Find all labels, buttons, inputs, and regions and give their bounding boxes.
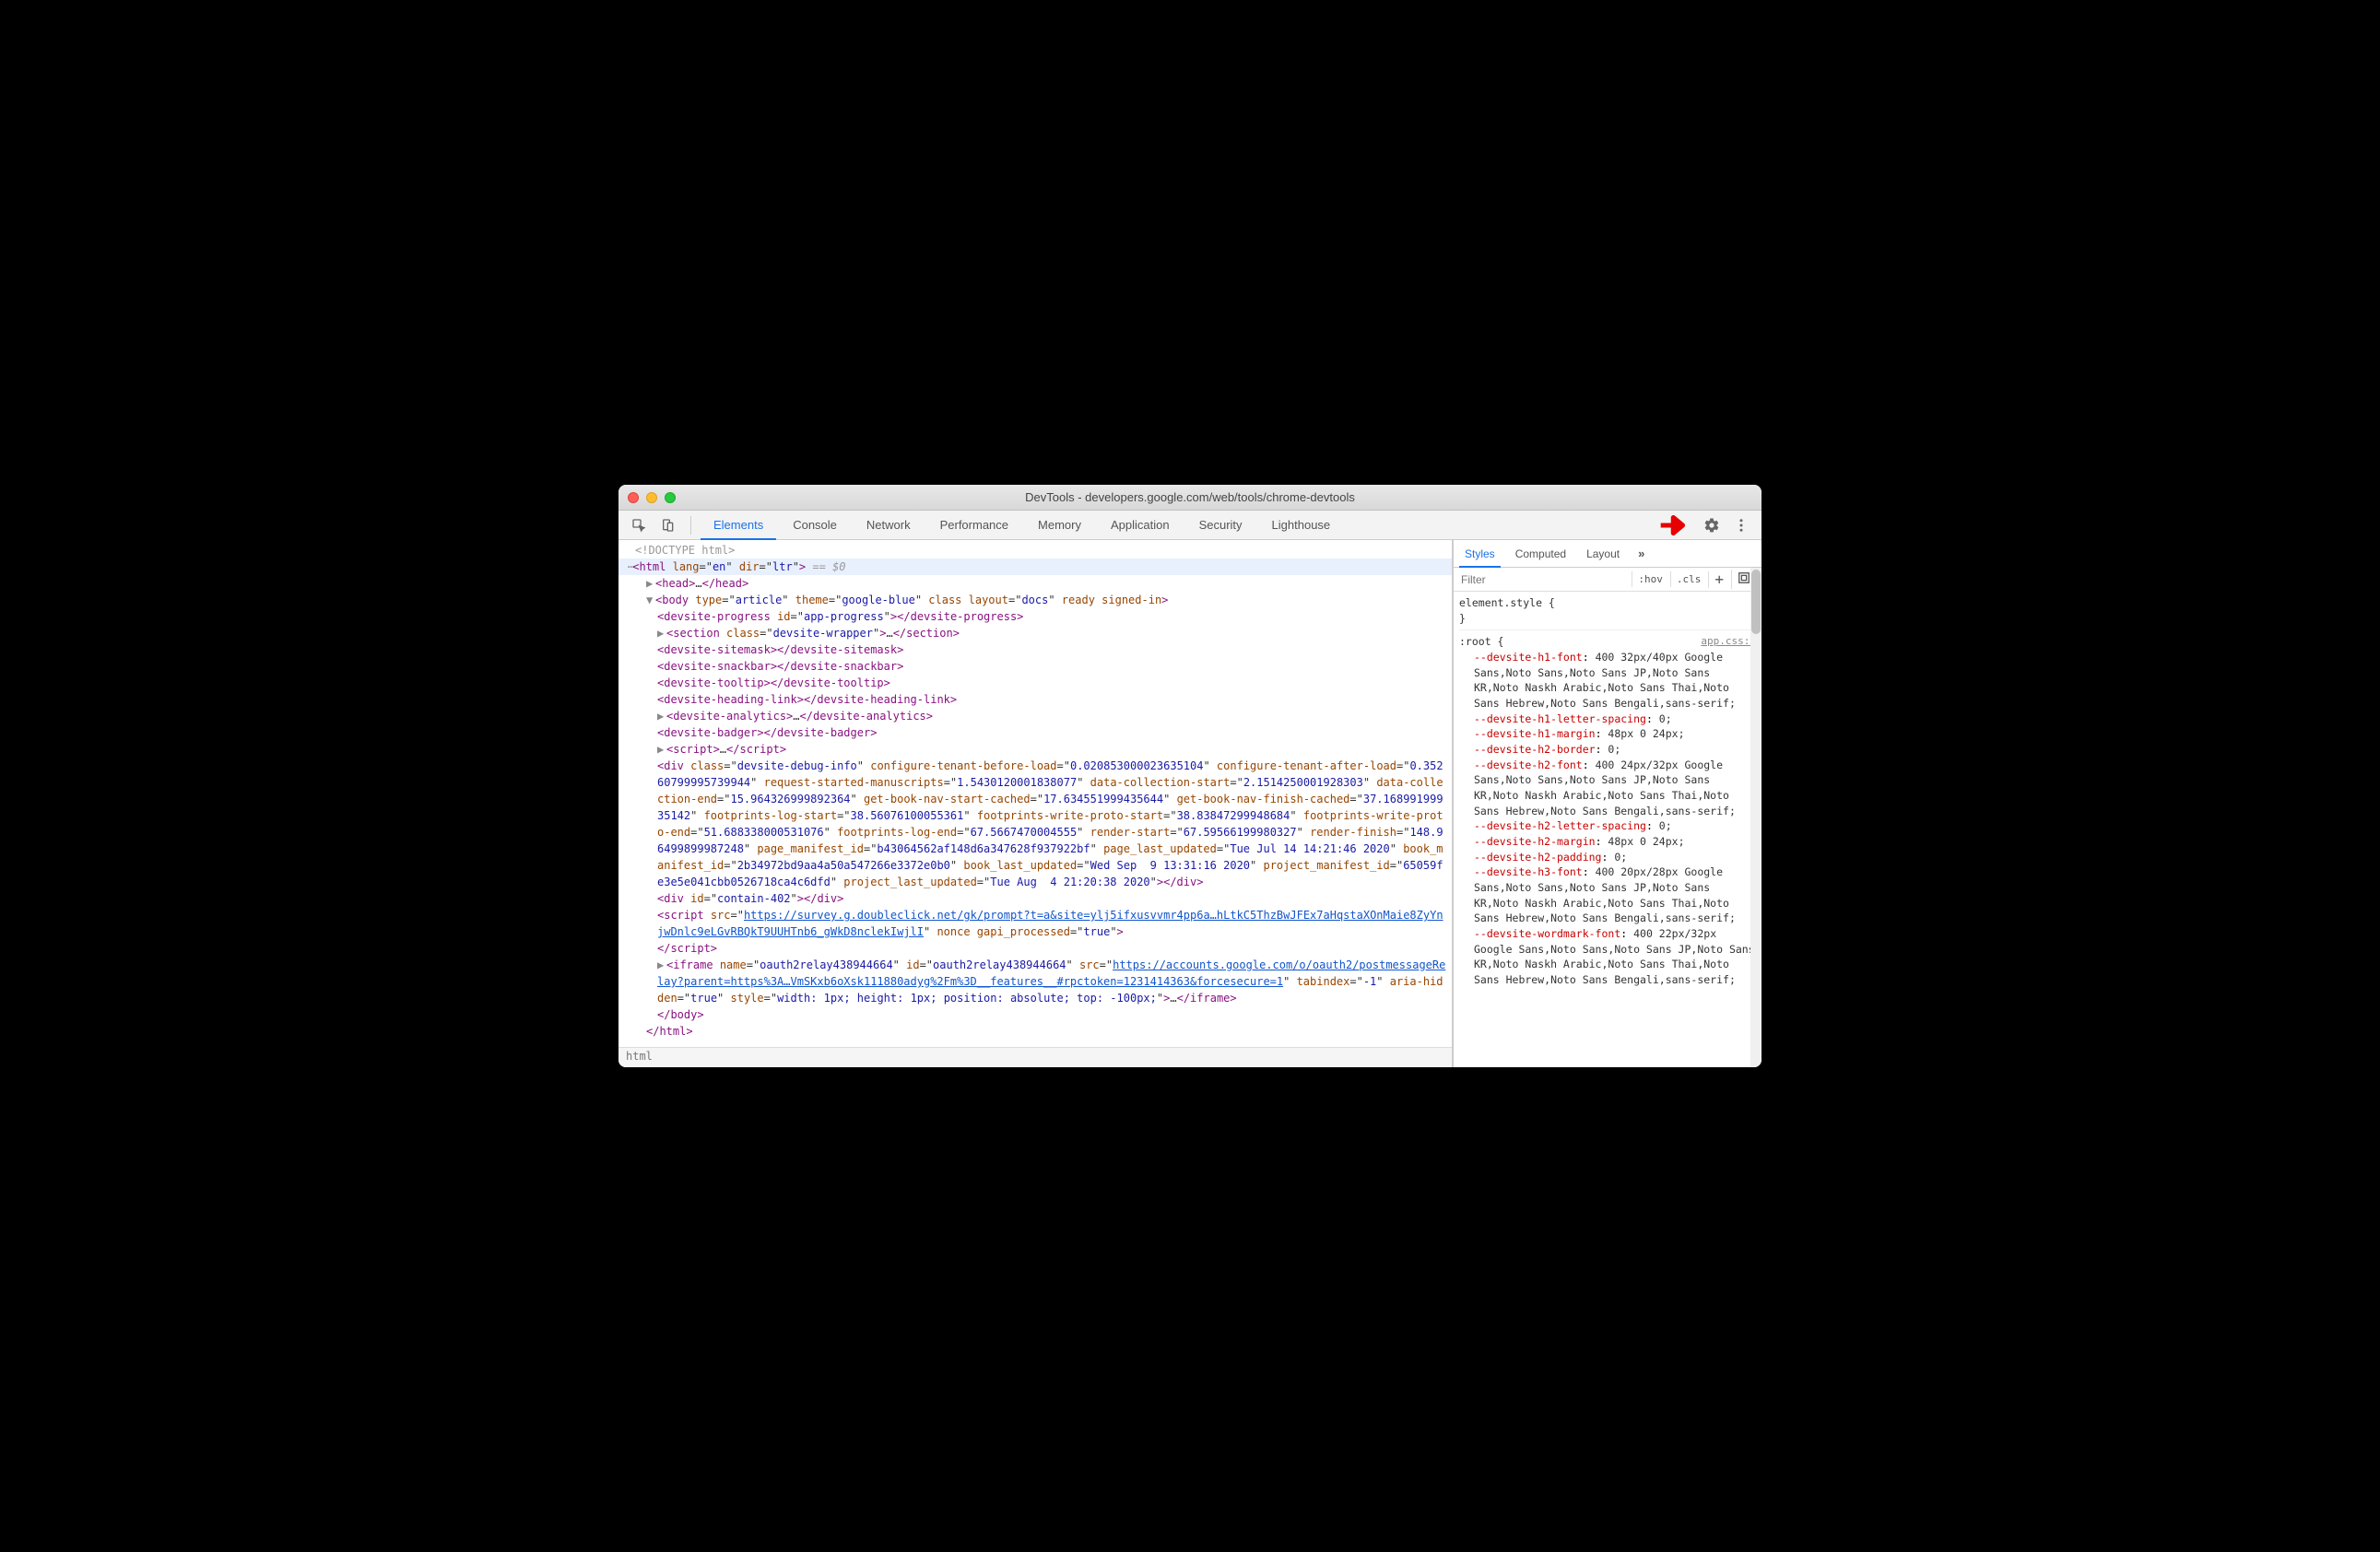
tab-application[interactable]: Application	[1098, 511, 1183, 540]
styles-rules[interactable]: element.style { } app.css:1 :root { --de…	[1454, 592, 1761, 1067]
tab-console[interactable]: Console	[780, 511, 850, 540]
window-title: DevTools - developers.google.com/web/too…	[619, 490, 1761, 504]
tab-memory[interactable]: Memory	[1025, 511, 1094, 540]
more-menu-icon[interactable]	[1728, 512, 1754, 538]
css-property[interactable]: --devsite-h2-padding: 0;	[1459, 850, 1756, 865]
script-line[interactable]: ▶<script>…</script>	[619, 741, 1452, 758]
root-rule[interactable]: app.css:1 :root {	[1459, 634, 1756, 650]
tab-network[interactable]: Network	[854, 511, 924, 540]
css-property[interactable]: --devsite-h2-border: 0;	[1459, 742, 1756, 758]
breadcrumb[interactable]: html	[619, 1047, 1452, 1067]
tab-performance[interactable]: Performance	[927, 511, 1021, 540]
css-property[interactable]: --devsite-h3-font: 400 20px/28px Google …	[1459, 864, 1756, 926]
css-property[interactable]: --devsite-h1-margin: 48px 0 24px;	[1459, 726, 1756, 742]
styles-filter-input[interactable]	[1454, 573, 1632, 586]
tab-styles[interactable]: Styles	[1459, 540, 1501, 568]
new-style-rule-button[interactable]: +	[1708, 571, 1729, 588]
html-element-line[interactable]: ⋯<html lang="en" dir="ltr"> == $0	[619, 558, 1452, 575]
devtools-window: DevTools - developers.google.com/web/too…	[619, 485, 1761, 1067]
css-property[interactable]: --devsite-h1-font: 400 32px/40px Google …	[1459, 650, 1756, 711]
iframe-line[interactable]: ▶<iframe name="oauth2relay438944664" id=…	[619, 957, 1452, 1006]
hov-toggle[interactable]: :hov	[1632, 571, 1668, 587]
settings-gear-icon[interactable]	[1699, 512, 1725, 538]
device-toolbar-icon[interactable]	[655, 512, 681, 538]
tag-devsite-heading-link[interactable]: <devsite-heading-link></devsite-heading-…	[619, 691, 1452, 708]
dom-tree[interactable]: <!DOCTYPE html> ⋯<html lang="en" dir="lt…	[619, 540, 1452, 1047]
minimize-window-button[interactable]	[646, 492, 657, 503]
source-link[interactable]: app.css:1	[1701, 634, 1756, 649]
styles-panel: Styles Computed Layout » :hov .cls + ele…	[1453, 540, 1761, 1067]
tag-devsite-sitemask[interactable]: <devsite-sitemask></devsite-sitemask>	[619, 641, 1452, 658]
doctype-line[interactable]: <!DOCTYPE html>	[619, 542, 1452, 558]
css-property[interactable]: --devsite-h2-font: 400 24px/32px Google …	[1459, 758, 1756, 819]
styles-tabbar: Styles Computed Layout »	[1454, 540, 1761, 568]
body-close-line[interactable]: </body>	[619, 1006, 1452, 1023]
zoom-window-button[interactable]	[665, 492, 676, 503]
devsite-progress-line[interactable]: <devsite-progress id="app-progress"></de…	[619, 608, 1452, 625]
devsite-analytics-line[interactable]: ▶<devsite-analytics>…</devsite-analytics…	[619, 708, 1452, 724]
element-style-rule[interactable]: element.style {	[1459, 595, 1756, 611]
separator	[690, 516, 691, 535]
titlebar: DevTools - developers.google.com/web/too…	[619, 485, 1761, 511]
main-toolbar: Elements Console Network Performance Mem…	[619, 511, 1761, 540]
tab-layout[interactable]: Layout	[1581, 540, 1625, 568]
tab-lighthouse[interactable]: Lighthouse	[1259, 511, 1344, 540]
inspect-element-icon[interactable]	[626, 512, 652, 538]
css-property[interactable]: --devsite-wordmark-font: 400 22px/32px G…	[1459, 926, 1756, 988]
tag-devsite-tooltip[interactable]: <devsite-tooltip></devsite-tooltip>	[619, 675, 1452, 691]
elements-panel: <!DOCTYPE html> ⋯<html lang="en" dir="lt…	[619, 540, 1453, 1067]
cls-toggle[interactable]: .cls	[1670, 571, 1707, 587]
tab-computed[interactable]: Computed	[1510, 540, 1572, 568]
devsite-badger-line[interactable]: <devsite-badger></devsite-badger>	[619, 724, 1452, 741]
callout-arrow-icon	[1658, 512, 1691, 538]
close-window-button[interactable]	[628, 492, 639, 503]
body-line[interactable]: ▼<body type="article" theme="google-blue…	[619, 592, 1452, 608]
main-content: <!DOCTYPE html> ⋯<html lang="en" dir="lt…	[619, 540, 1761, 1067]
tag-devsite-snackbar[interactable]: <devsite-snackbar></devsite-snackbar>	[619, 658, 1452, 675]
scrollbar-thumb[interactable]	[1751, 570, 1761, 634]
section-line[interactable]: ▶<section class="devsite-wrapper">…</sec…	[619, 625, 1452, 641]
css-property[interactable]: --devsite-h1-letter-spacing: 0;	[1459, 711, 1756, 727]
head-line[interactable]: ▶<head>…</head>	[619, 575, 1452, 592]
contain-div-line[interactable]: <div id="contain-402"></div>	[619, 890, 1452, 907]
styles-scrollbar[interactable]	[1750, 568, 1761, 1067]
survey-script-line[interactable]: <script src="https://survey.g.doubleclic…	[619, 907, 1452, 957]
tab-security[interactable]: Security	[1186, 511, 1255, 540]
traffic-lights	[628, 492, 676, 503]
debug-div-line[interactable]: <div class="devsite-debug-info" configur…	[619, 758, 1452, 890]
tab-elements[interactable]: Elements	[701, 511, 776, 540]
css-property[interactable]: --devsite-h2-margin: 48px 0 24px;	[1459, 834, 1756, 850]
css-property[interactable]: --devsite-h2-letter-spacing: 0;	[1459, 818, 1756, 834]
more-tabs-chevron-icon[interactable]: »	[1634, 547, 1648, 560]
styles-filter-row: :hov .cls +	[1454, 568, 1761, 592]
html-close-line[interactable]: </html>	[619, 1023, 1452, 1040]
